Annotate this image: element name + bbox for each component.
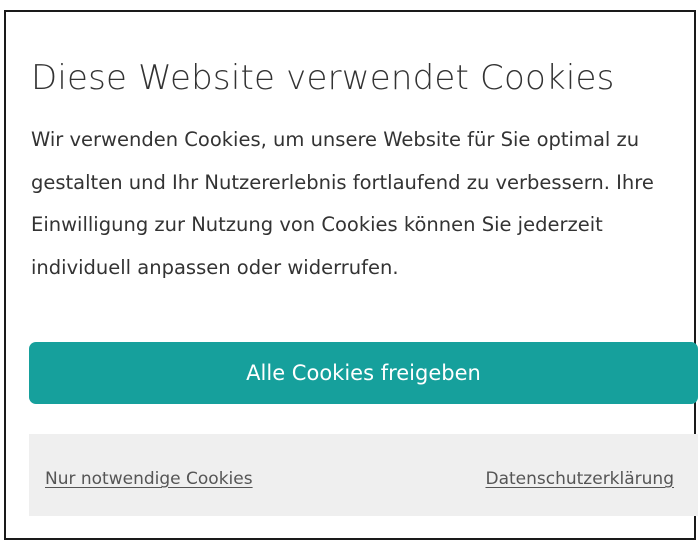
accept-all-cookies-button[interactable]: Alle Cookies freigeben [29, 342, 698, 404]
privacy-policy-link[interactable]: Datenschutzerklärung [485, 468, 674, 490]
necessary-cookies-only-link[interactable]: Nur notwendige Cookies [45, 468, 253, 490]
cookie-consent-dialog: Diese Website verwendet Cookies Wir verw… [4, 10, 698, 540]
dialog-description: Wir verwenden Cookies, um unsere Website… [31, 128, 654, 279]
dialog-footer: Nur notwendige Cookies Datenschutzerklär… [29, 434, 698, 516]
dialog-title: Diese Website verwendet Cookies [31, 58, 615, 98]
